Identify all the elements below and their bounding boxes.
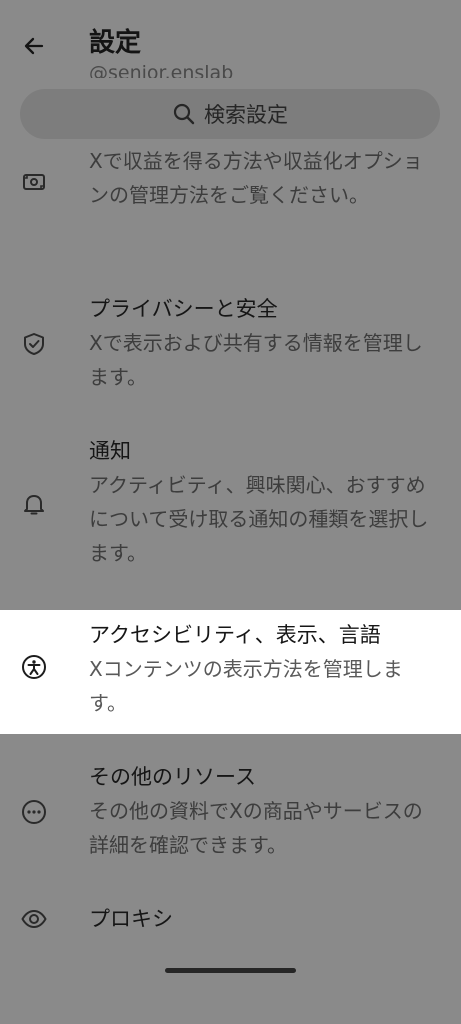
settings-item-accessibility[interactable]: アクセシビリティ、表示、言語 Xコンテンツの表示方法を管理します。	[0, 610, 461, 734]
back-button[interactable]	[14, 28, 54, 64]
settings-item-description: Xコンテンツの表示方法を管理します。	[89, 657, 403, 715]
settings-item-title: プロキシ	[89, 907, 173, 931]
settings-item-title: 通知	[89, 439, 131, 463]
settings-item-privacy[interactable]: プライバシーと安全 Xで表示および共有する情報を管理します。	[0, 290, 461, 405]
bell-icon	[20, 490, 48, 518]
gesture-navigation-bar[interactable]	[165, 968, 296, 973]
settings-item-description: アクティビティ、興味関心、おすすめについて受け取る通知の種類を選択します。	[89, 473, 429, 565]
settings-item-description: Xで収益を得る方法や収益化オプションの管理方法をご覧ください。	[89, 149, 423, 207]
page-title: 設定	[89, 28, 142, 58]
shield-check-icon	[20, 330, 48, 358]
accessibility-icon	[20, 653, 48, 681]
settings-item-notifications[interactable]: 通知 アクティビティ、興味関心、おすすめについて受け取る通知の種類を選択します。	[0, 432, 461, 582]
settings-item-monetization[interactable]: Xで収益を得る方法や収益化オプションの管理方法をご覧ください。	[0, 140, 461, 265]
search-icon	[173, 103, 195, 125]
account-handle: @senior.enslab	[89, 62, 234, 78]
settings-item-proxy[interactable]: プロキシ	[0, 898, 461, 944]
search-placeholder: 検索設定	[204, 103, 288, 127]
search-settings-input[interactable]: 検索設定	[20, 89, 440, 139]
settings-item-title: その他のリソース	[89, 765, 256, 789]
money-icon	[20, 168, 48, 196]
arrow-left-icon	[24, 37, 44, 55]
settings-item-description: Xで表示および共有する情報を管理します。	[89, 331, 423, 389]
settings-item-title: アクセシビリティ、表示、言語	[89, 623, 381, 647]
eye-icon	[20, 905, 48, 933]
settings-item-title: プライバシーと安全	[89, 297, 278, 321]
settings-item-resources[interactable]: その他のリソース その他の資料でXの商品やサービスの詳細を確認できます。	[0, 758, 461, 876]
more-horizontal-icon	[20, 798, 48, 826]
settings-screen: 設定 @senior.enslab 検索設定 Xで収益を得る方法や収益化オプショ…	[0, 0, 461, 1024]
settings-item-description: その他の資料でXの商品やサービスの詳細を確認できます。	[89, 799, 423, 857]
